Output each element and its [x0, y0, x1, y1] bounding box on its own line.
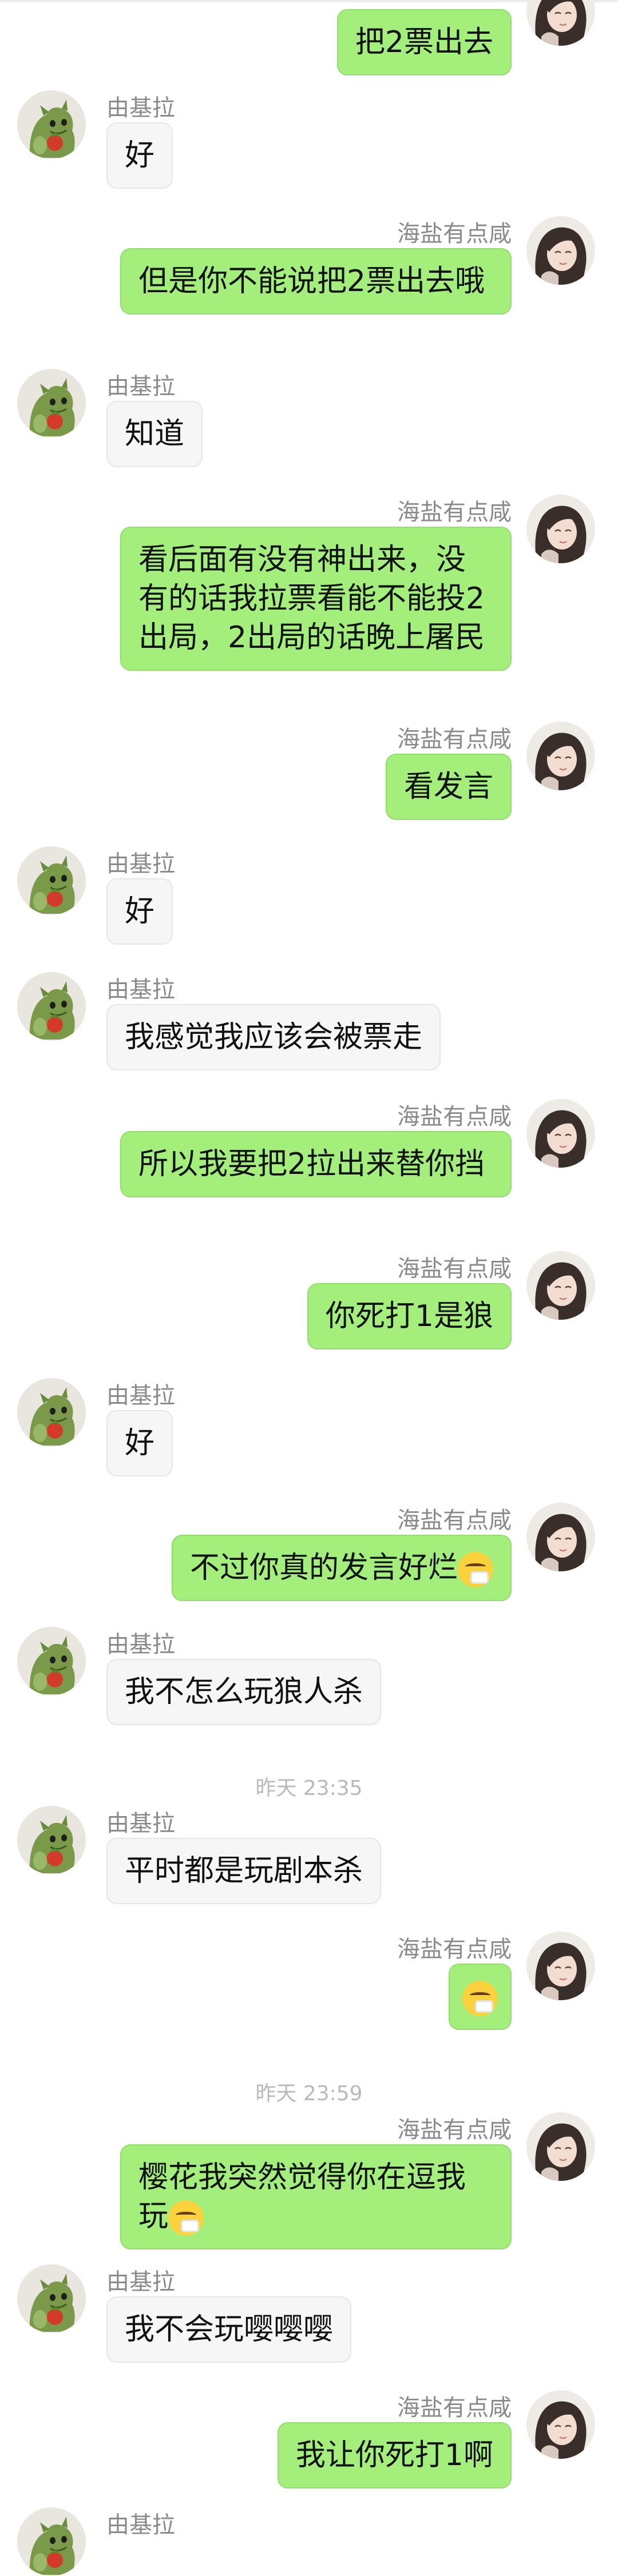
top-divider: [0, 0, 618, 2]
sender-name: 海盐有点咸: [397, 2117, 512, 2143]
chat-bubble[interactable]: 我感觉我应该会被票走: [106, 1004, 441, 1070]
chat-bubble[interactable]: 所以我要把2拉出来替你挡: [120, 1131, 512, 1197]
sender-name: 海盐有点咸: [397, 1507, 512, 1534]
chat-bubble[interactable]: 看后面有没有神出来，没有的话我拉票看能不能投2出局，2出局的话晚上屠民: [120, 527, 512, 671]
timestamp: 昨天 23:59: [255, 2082, 363, 2105]
chat-bubble[interactable]: 看发言: [385, 754, 512, 820]
dragon-avatar-icon: [17, 1806, 86, 1874]
sender-name: 由基拉: [106, 373, 175, 400]
sender-name: 由基拉: [106, 851, 175, 877]
avatar[interactable]: [17, 1378, 86, 1447]
bubble-text: 不过你真的发言好烂: [189, 1551, 458, 1585]
dragon-avatar-icon: [17, 90, 86, 159]
avatar[interactable]: [526, 1099, 595, 1168]
user-avatar-icon: [526, 2112, 595, 2181]
sender-name: 海盐有点咸: [397, 1104, 512, 1130]
sender-name: 海盐有点咸: [397, 726, 512, 753]
chat-bubble[interactable]: 知道: [106, 401, 203, 467]
dragon-avatar-icon: [17, 2264, 86, 2333]
avatar[interactable]: [17, 1627, 86, 1695]
sender-name: 由基拉: [106, 1383, 175, 1409]
avatar[interactable]: [526, 1503, 595, 1571]
chat-bubble[interactable]: 樱花我突然觉得你在逗我玩: [120, 2144, 512, 2249]
chat-bubble[interactable]: 不过你真的发言好烂: [171, 1535, 512, 1601]
sender-name: 海盐有点咸: [397, 2395, 512, 2421]
avatar[interactable]: [17, 90, 86, 159]
sender-name: 由基拉: [106, 2512, 175, 2538]
chat-bubble[interactable]: 好: [106, 122, 173, 189]
dragon-avatar-icon: [17, 846, 86, 915]
avatar[interactable]: [17, 2264, 86, 2333]
sender-name: 海盐有点咸: [397, 1936, 512, 1962]
timestamp: 昨天 23:35: [255, 1777, 363, 1800]
sender-name: 由基拉: [106, 95, 175, 121]
avatar[interactable]: [526, 216, 595, 285]
avatar[interactable]: [526, 722, 595, 790]
user-avatar-icon: [526, 1251, 595, 1320]
avatar[interactable]: [17, 1806, 86, 1874]
avatar[interactable]: [17, 846, 86, 915]
dragon-avatar-icon: [17, 972, 86, 1041]
sender-name: 海盐有点咸: [397, 221, 512, 247]
dragon-avatar-icon: [17, 369, 86, 437]
avatar[interactable]: [526, 495, 595, 563]
dragon-avatar-icon: [17, 1627, 86, 1695]
chat-bubble[interactable]: 你死打1是狼: [307, 1283, 512, 1349]
chat-bubble[interactable]: 我让你死打1啊: [277, 2422, 512, 2489]
avatar[interactable]: [526, 2390, 595, 2459]
sneezing-face-emoji-icon: [462, 1981, 498, 2016]
chat-bubble[interactable]: 平时都是玩剧本杀: [106, 1838, 382, 1904]
sender-name: 由基拉: [106, 2269, 175, 2295]
sneezing-face-emoji-icon: [458, 1552, 493, 1587]
sender-name: 海盐有点咸: [397, 1256, 512, 1282]
avatar[interactable]: [17, 972, 86, 1041]
chat-bubble[interactable]: 好: [106, 878, 173, 945]
avatar[interactable]: [17, 2507, 86, 2576]
user-avatar-icon: [526, 0, 595, 46]
user-avatar-icon: [526, 495, 595, 563]
sender-name: 由基拉: [106, 977, 175, 1003]
sender-name: 海盐有点咸: [397, 499, 512, 525]
sender-name: 由基拉: [106, 1810, 175, 1837]
chat-bubble[interactable]: 把2票出去: [336, 9, 512, 75]
chat-bubble[interactable]: [449, 1964, 512, 2030]
avatar[interactable]: [17, 369, 86, 437]
avatar[interactable]: [526, 0, 595, 46]
dragon-avatar-icon: [17, 1378, 86, 1447]
chat-bubble[interactable]: 我不会玩嘤嘤嘤: [106, 2296, 352, 2363]
avatar[interactable]: [526, 1932, 595, 2000]
user-avatar-icon: [526, 1099, 595, 1168]
user-avatar-icon: [526, 1503, 595, 1571]
dragon-avatar-icon: [17, 2507, 86, 2576]
avatar[interactable]: [526, 1251, 595, 1320]
user-avatar-icon: [526, 2390, 595, 2459]
chat-bubble[interactable]: 我不怎么玩狼人杀: [106, 1659, 382, 1725]
sneezing-face-emoji-icon: [168, 2200, 204, 2236]
user-avatar-icon: [526, 1932, 595, 2000]
avatar[interactable]: [526, 2112, 595, 2181]
chat-bubble[interactable]: 好: [106, 1410, 173, 1476]
user-avatar-icon: [526, 216, 595, 285]
sender-name: 由基拉: [106, 1631, 175, 1658]
chat-bubble[interactable]: 但是你不能说把2票出去哦: [120, 248, 512, 314]
user-avatar-icon: [526, 722, 595, 790]
